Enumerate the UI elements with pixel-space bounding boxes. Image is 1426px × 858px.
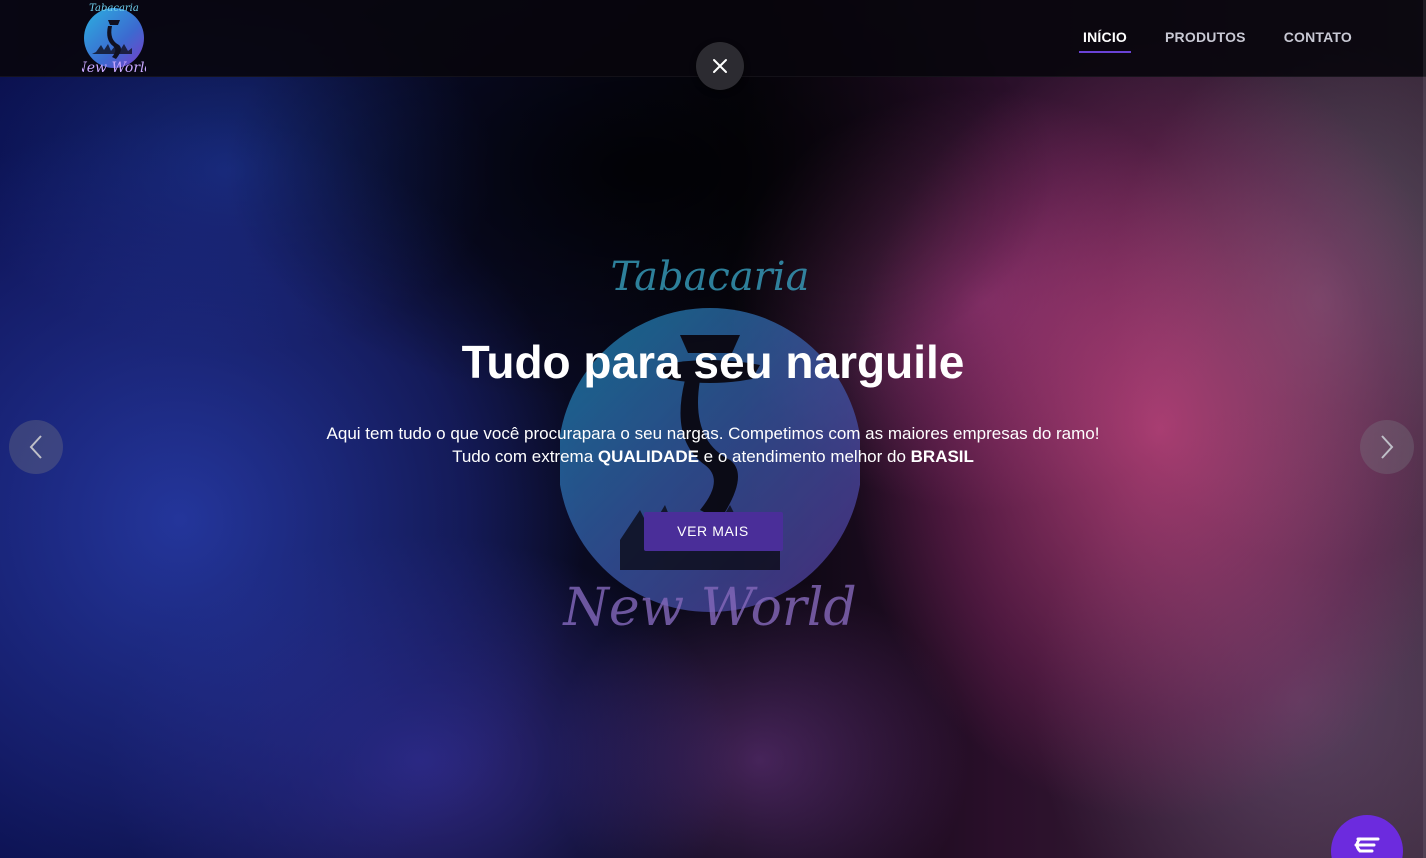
nav-item-inicio[interactable]: INÍCIO	[1079, 23, 1132, 53]
hero-content: Tudo para seu narguile Aqui tem tudo o q…	[0, 330, 1426, 551]
close-button[interactable]	[696, 42, 744, 90]
page: Tabacaria New World Tudo para seu nargui…	[0, 0, 1426, 858]
hero-logo-bottom-text: New World	[561, 578, 856, 638]
hero-logo-top-text: Tabacaria	[611, 254, 810, 300]
hero-line-2: Tudo com extrema QUALIDADE e o atendimen…	[263, 445, 1163, 468]
carousel-next-button[interactable]	[1360, 420, 1414, 474]
hero-description: Aqui tem tudo o que você procurapara o s…	[263, 422, 1163, 468]
chevron-left-icon	[29, 435, 42, 459]
hero-line-2-mid: e o atendimento melhor do	[698, 447, 911, 466]
carousel-prev-button[interactable]	[9, 420, 63, 474]
brand-logo-bottom-text: New World	[82, 60, 146, 76]
brand-logo[interactable]: Tabacaria New World	[82, 0, 146, 76]
hero-title: Tudo para seu narguile	[461, 336, 965, 388]
hero-line-1: Aqui tem tudo o que você procurapara o s…	[326, 424, 1100, 443]
chevron-right-icon	[1381, 435, 1394, 459]
chat-icon	[1354, 837, 1380, 853]
hero-line-2-pre: Tudo com extrema	[452, 447, 598, 466]
hero-bold-quality: QUALIDADE	[597, 447, 699, 466]
nav-menu: INÍCIO PRODUTOS CONTATO	[1079, 0, 1356, 76]
ver-mais-button[interactable]: VER MAIS	[643, 512, 783, 551]
nav-item-produtos[interactable]: PRODUTOS	[1161, 23, 1250, 53]
hero-bold-brasil: BRASIL	[910, 447, 974, 466]
nav-item-contato[interactable]: CONTATO	[1280, 23, 1356, 53]
brand-logo-top-text: Tabacaria	[89, 3, 139, 14]
close-icon	[713, 59, 727, 73]
